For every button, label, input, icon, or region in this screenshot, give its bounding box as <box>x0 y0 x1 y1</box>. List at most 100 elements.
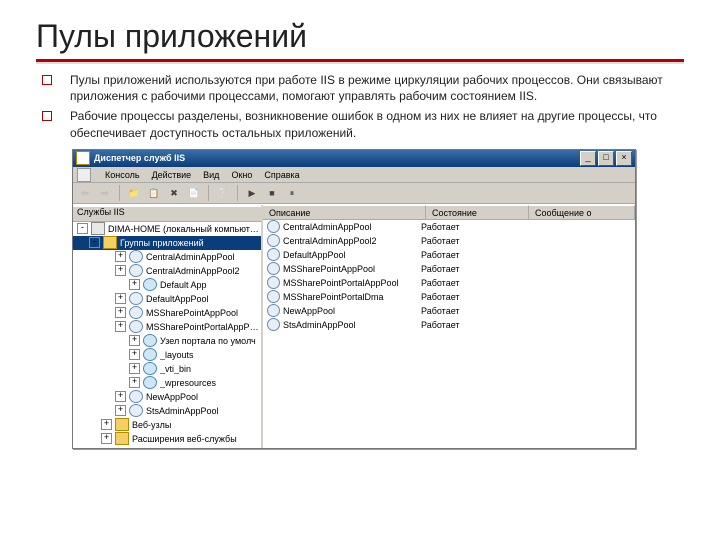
expand-icon[interactable]: + <box>129 363 140 374</box>
menu-item[interactable]: Справка <box>264 170 299 180</box>
tree-node[interactable]: +Default App <box>73 278 261 292</box>
tree-root[interactable]: - DIMA-HOME (локальный компьютер) <box>73 222 261 236</box>
list-row[interactable]: MSSharePointPortalAppPoolРаботает <box>263 276 635 290</box>
tree-node[interactable]: + CentralAdminAppPool <box>73 250 261 264</box>
bullet-marker-icon <box>42 75 52 85</box>
back-icon[interactable]: ⇦ <box>77 185 93 201</box>
bullet-text: Рабочие процессы разделены, возникновени… <box>70 108 684 140</box>
expand-icon[interactable]: + <box>115 391 126 402</box>
refresh-icon[interactable]: 📄 <box>186 185 202 201</box>
list-header-row: Описание Состояние Сообщение о состоянии <box>263 205 635 220</box>
list-row[interactable]: DefaultAppPoolРаботает <box>263 248 635 262</box>
close-button[interactable]: × <box>616 151 632 166</box>
gear-icon <box>129 404 143 417</box>
expand-icon[interactable]: + <box>115 251 126 262</box>
expand-icon[interactable]: + <box>129 335 140 346</box>
tree-label: _wpresources <box>160 378 216 388</box>
tree-view[interactable]: Службы IIS - DIMA-HOME (локальный компью… <box>73 205 263 448</box>
up-icon[interactable]: 📁 <box>126 185 142 201</box>
list-row[interactable]: CentralAdminAppPoolРаботает <box>263 220 635 234</box>
gear-icon <box>129 320 143 333</box>
folder-icon <box>103 236 117 249</box>
globe-icon <box>143 334 157 347</box>
menu-bar: Консоль Действие Вид Окно Справка <box>73 167 635 183</box>
gear-icon <box>129 306 143 319</box>
properties-icon[interactable]: 📋 <box>146 185 162 201</box>
tree-node[interactable]: + StsAdminAppPool <box>73 404 261 418</box>
tree-label: _vti_bin <box>160 364 191 374</box>
list-row[interactable]: CentralAdminAppPool2Работает <box>263 234 635 248</box>
bullet-marker-icon <box>42 111 52 121</box>
tree-node[interactable]: + _layouts <box>73 348 261 362</box>
pause-icon[interactable]: ⏸ <box>284 185 300 201</box>
window-title: Диспетчер служб IIS <box>94 153 580 163</box>
cell-desc: NewAppPool <box>283 306 335 316</box>
list-row[interactable]: NewAppPoolРаботает <box>263 304 635 318</box>
menu-item[interactable]: Действие <box>152 170 192 180</box>
tree-label: _layouts <box>160 350 194 360</box>
list-view[interactable]: Описание Состояние Сообщение о состоянии… <box>263 205 635 448</box>
tree-node[interactable]: +DefaultAppPool <box>73 292 261 306</box>
separator <box>119 185 120 201</box>
tree-node[interactable]: + Узел портала по умолч <box>73 334 261 348</box>
gear-icon <box>129 264 143 277</box>
tree-node[interactable]: +Веб-узлы <box>73 418 261 432</box>
window-titlebar[interactable]: Диспетчер служб IIS _ □ × <box>73 150 635 167</box>
mmc-icon <box>77 168 91 182</box>
expand-icon[interactable]: + <box>101 419 112 430</box>
expand-icon[interactable]: + <box>115 321 126 332</box>
toolbar: ⇦ ⇨ 📁 📋 ✖ 📄 ❔ ▶ ■ ⏸ <box>73 183 635 203</box>
folder-icon <box>115 432 129 445</box>
tree-node[interactable]: +Расширения веб-службы <box>73 432 261 446</box>
list-row[interactable]: StsAdminAppPoolРаботает <box>263 318 635 332</box>
expand-icon[interactable]: + <box>115 293 126 304</box>
help-icon[interactable]: ❔ <box>215 185 231 201</box>
tree-node[interactable]: +CentralAdminAppPool2 <box>73 264 261 278</box>
tree-node[interactable]: +NewAppPool <box>73 390 261 404</box>
column-header[interactable]: Сообщение о состоянии <box>529 205 635 219</box>
tree-label: Узел портала по умолч <box>160 336 256 346</box>
tree-label: StsAdminAppPool <box>146 406 219 416</box>
tree-node[interactable]: + _vti_bin <box>73 362 261 376</box>
minimize-button[interactable]: _ <box>580 151 596 166</box>
maximize-button[interactable]: □ <box>598 151 614 166</box>
gear-icon <box>129 390 143 403</box>
cell-state: Работает <box>417 292 511 302</box>
expand-icon[interactable]: + <box>101 433 112 444</box>
tree-node[interactable]: +MSSharePointAppPool <box>73 306 261 320</box>
stop-icon[interactable]: ■ <box>264 185 280 201</box>
list-row[interactable]: MSSharePointAppPoolРаботает <box>263 262 635 276</box>
collapse-icon[interactable]: - <box>77 223 88 234</box>
globe-icon <box>143 362 157 375</box>
apppool-icon <box>267 234 280 247</box>
list-row[interactable]: MSSharePointPortalDmaРаботает <box>263 290 635 304</box>
gear-icon <box>129 292 143 305</box>
expand-icon[interactable]: + <box>129 279 140 290</box>
cell-desc: MSSharePointAppPool <box>283 264 375 274</box>
apppool-icon <box>267 262 280 275</box>
expand-icon[interactable]: + <box>115 405 126 416</box>
expand-icon[interactable]: + <box>129 349 140 360</box>
expand-icon[interactable]: + <box>129 377 140 388</box>
column-header[interactable]: Состояние <box>426 205 529 219</box>
menu-item[interactable]: Окно <box>231 170 252 180</box>
delete-icon[interactable]: ✖ <box>166 185 182 201</box>
expand-icon[interactable]: + <box>115 307 126 318</box>
play-icon[interactable]: ▶ <box>244 185 260 201</box>
collapse-icon[interactable]: - <box>89 237 100 248</box>
forward-icon[interactable]: ⇨ <box>97 185 113 201</box>
cell-state: Работает <box>417 278 511 288</box>
tree-node-selected[interactable]: - Группы приложений <box>73 236 261 250</box>
apppool-icon <box>267 304 280 317</box>
tree-header: Службы IIS <box>73 207 261 222</box>
tree-label: DIMA-HOME (локальный компьютер) <box>108 224 261 234</box>
menu-item[interactable]: Вид <box>203 170 219 180</box>
globe-icon <box>143 348 157 361</box>
menu-item[interactable]: Консоль <box>105 170 140 180</box>
tree-node[interactable]: + _wpresources <box>73 376 261 390</box>
tree-label: CentralAdminAppPool <box>146 252 235 262</box>
expand-icon[interactable]: + <box>115 265 126 276</box>
column-header[interactable]: Описание <box>263 205 426 219</box>
tree-node[interactable]: +MSSharePointPortalAppPool <box>73 320 261 334</box>
computer-icon <box>91 222 105 235</box>
